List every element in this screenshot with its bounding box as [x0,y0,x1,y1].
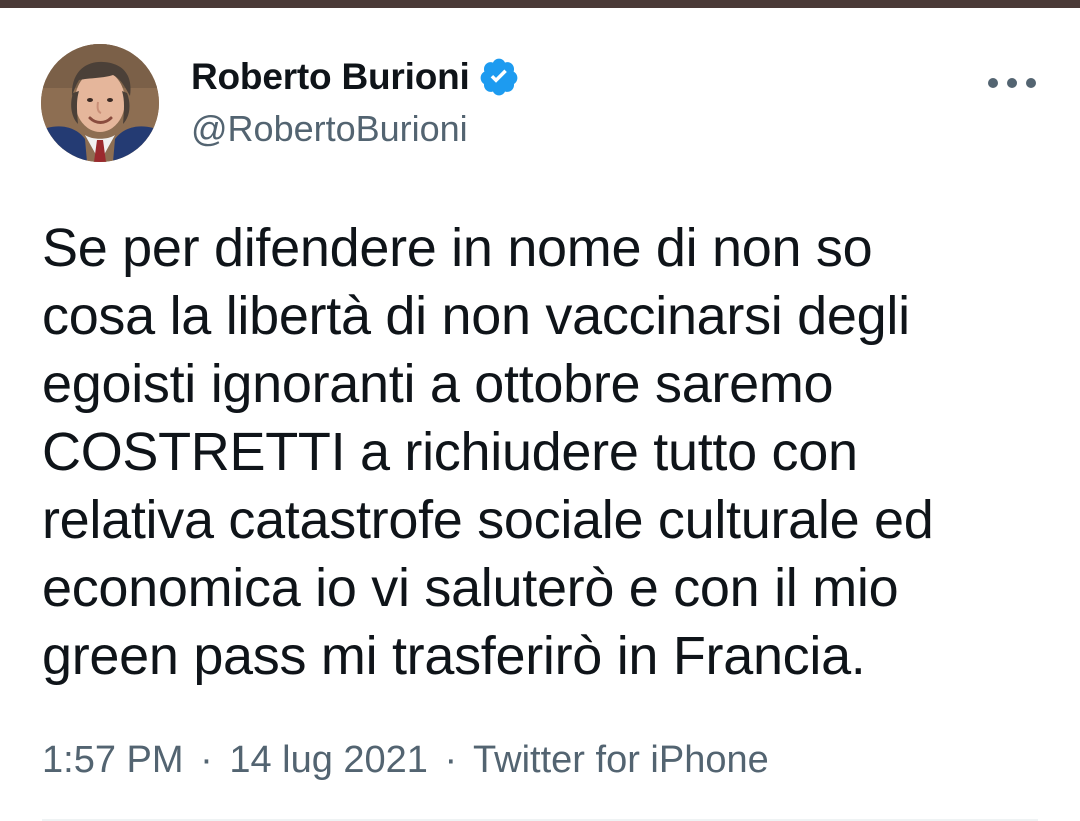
tweet-metadata: 1:57 PM · 14 lug 2021 · Twitter for iPho… [42,736,769,784]
display-name[interactable]: Roberto Burioni [191,54,470,100]
tweet-time[interactable]: 1:57 PM [42,739,184,781]
metadata-separator: · [200,739,213,781]
top-bar [0,0,1080,8]
more-horizontal-icon [988,78,1036,88]
user-handle[interactable]: @RobertoBurioni [191,107,468,151]
metadata-separator: · [444,739,458,781]
author-name-row[interactable]: Roberto Burioni [191,54,520,100]
tweet-source[interactable]: Twitter for iPhone [473,739,769,781]
avatar-image [41,44,159,162]
verified-badge-icon [478,56,520,98]
tweet-text: Se per difendere in nome di non so cosa … [42,218,934,686]
tweet-date[interactable]: 14 lug 2021 [229,739,428,781]
tweet-card: Roberto Burioni @RobertoBurioni Se per d… [0,8,1080,821]
avatar[interactable] [41,44,159,162]
more-options-button[interactable] [982,63,1042,103]
